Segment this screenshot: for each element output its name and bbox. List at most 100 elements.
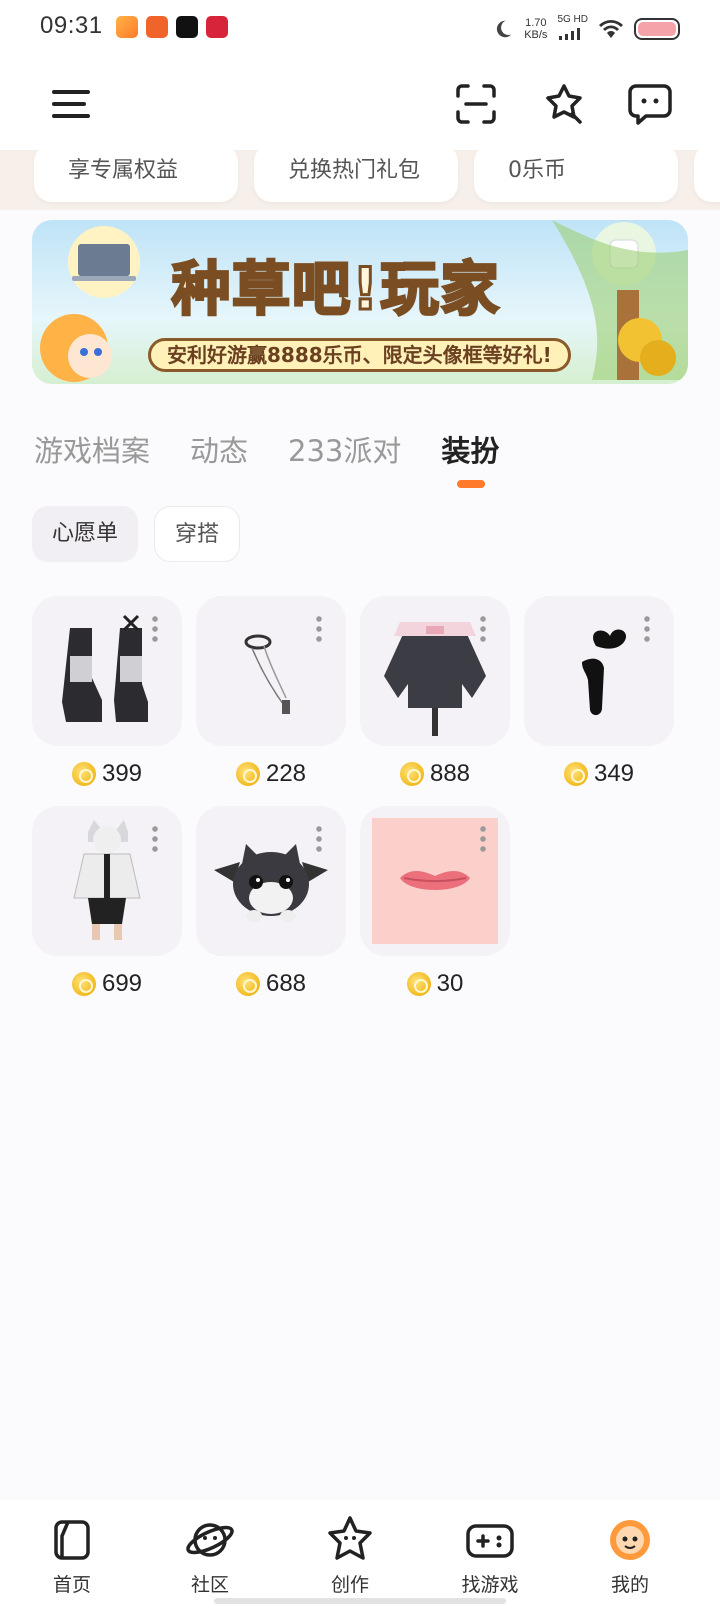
jacket-image [384,622,486,736]
star-face-icon [328,1516,372,1560]
tabbar-me-label: 我的 [610,1574,649,1596]
tabbar-home-label: 首页 [52,1574,91,1596]
tab-dress-up[interactable]: 装扮 [441,428,500,488]
benefit-gift-packs[interactable]: 兑换热门礼包 [254,150,458,202]
necklace-image [244,634,290,714]
battery-icon [634,18,680,40]
scan-icon[interactable] [454,82,498,126]
top-nav [0,56,720,150]
coin-icon [235,762,260,786]
item-price-value: 30 [436,970,464,997]
status-right: 1.70 KB/s 5G HD [492,14,680,44]
item-card[interactable]: 888 [360,596,510,788]
item-card[interactable]: 699 [32,806,182,998]
item-price-value: 399 [101,760,143,787]
item-price-value: 699 [101,970,143,997]
benefit-more[interactable] [694,150,720,202]
coin-icon [399,762,424,786]
signal-group: 5G HD [557,14,588,44]
item-card[interactable]: 688 [196,806,346,998]
chip-wishlist[interactable]: 心愿单 [32,506,139,562]
item-price: 688 [196,970,346,998]
tabbar-create-label: 创作 [330,1574,369,1596]
item-price: 349 [524,760,674,788]
promo-banner[interactable]: 种草吧!玩家 安利好游赢8888乐币、限定头像框等好礼! [32,220,688,384]
status-time: 09:31 [40,12,103,39]
more-icon[interactable] [152,614,158,644]
network-type: 5G HD [557,14,588,25]
item-price-value: 688 [265,970,307,997]
content-sheet: 游戏档案 动态 233派对 装扮 心愿单 穿搭 399 228 888 349 … [0,400,720,1500]
item-thumb [32,806,182,956]
item-thumb [196,596,346,746]
coin-icon [235,972,260,996]
tab-233-party[interactable]: 233派对 [288,428,401,470]
tabbar-community[interactable]: 社区 [160,1514,260,1597]
item-price: 399 [32,760,182,788]
home-indicator[interactable] [214,1598,506,1604]
battery-fill [638,22,676,36]
net-speed-value: 1.70 [525,17,547,29]
tabbar-me[interactable]: 我的 [580,1514,680,1597]
planet-icon [186,1523,234,1557]
status-app-icons [116,16,228,38]
filter-chips: 心愿单 穿搭 [32,506,241,562]
menu-icon[interactable] [50,82,94,126]
net-speed-unit: KB/s [524,29,548,41]
outfit-image [73,820,141,940]
item-thumb [360,806,510,956]
coin-icon [406,972,431,996]
coin-icon [71,972,96,996]
benefit-exclusive[interactable]: 享专属权益 [34,150,238,202]
home-icon [54,1520,90,1560]
net-speed: 1.70 KB/s [524,17,547,41]
more-icon[interactable] [480,824,486,854]
benefit-coins[interactable]: 0乐币 [474,150,678,202]
tiktok-icon [176,16,198,38]
tabbar-community-label: 社区 [190,1574,229,1596]
boots-image [62,614,148,722]
tabbar-home[interactable]: 首页 [22,1514,122,1597]
item-card[interactable]: 399 [32,596,182,788]
lips-image [372,818,498,944]
item-price: 888 [360,760,510,788]
tabbar-find-games[interactable]: 找游戏 [440,1514,540,1597]
chip-outfits[interactable]: 穿搭 [154,506,241,562]
bottom-tab-bar: 首页 社区 创作 找游戏 我的 [0,1500,720,1612]
more-icon[interactable] [480,614,486,644]
item-price-value: 349 [593,760,635,787]
tab-dress-up-label: 装扮 [441,434,500,468]
profile-tabs: 游戏档案 动态 233派对 装扮 [34,428,539,488]
item-card[interactable]: 349 [524,596,674,788]
item-card[interactable]: 228 [196,596,346,788]
tabbar-create[interactable]: 创作 [300,1514,400,1597]
item-price: 699 [32,970,182,998]
tab-feed[interactable]: 动态 [190,428,248,470]
status-bar: 09:31 1.70 KB/s 5G HD [0,0,720,56]
coin-icon [71,762,96,786]
item-thumb [524,596,674,746]
benefits-strip: 享专属权益 兑换热门礼包 0乐币 [0,150,720,210]
profile-icon [610,1520,650,1560]
message-icon[interactable] [628,82,672,126]
more-icon[interactable] [316,614,322,644]
more-icon[interactable] [644,614,650,644]
cat-pet-image [214,844,328,922]
gamepad-icon [466,1524,514,1558]
item-card[interactable]: 30 [360,806,510,998]
tab-game-archive[interactable]: 游戏档案 [34,428,150,470]
item-thumb [360,596,510,746]
coin-icon [563,762,588,786]
star-icon[interactable] [542,82,586,126]
hair-accessory-image [582,629,627,716]
more-icon[interactable] [316,824,322,854]
item-price-value: 228 [265,760,307,787]
item-price: 30 [360,970,510,998]
heart-app-icon [206,16,228,38]
photo-app-icon [146,16,168,38]
video-app-icon [116,16,138,38]
tabbar-find-games-label: 找游戏 [461,1574,519,1596]
moon-icon [497,20,512,38]
more-icon[interactable] [152,824,158,854]
tab-active-indicator [457,480,486,488]
